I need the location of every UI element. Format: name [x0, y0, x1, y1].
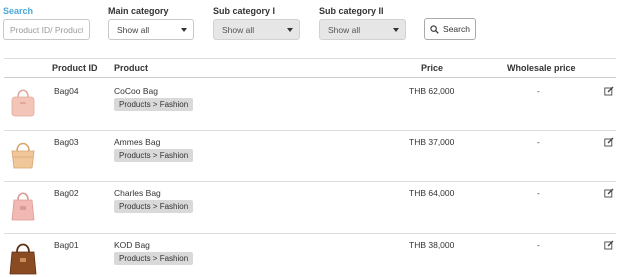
search-label: Search — [3, 6, 34, 16]
main-category-select[interactable]: Show all — [108, 19, 194, 40]
header-product-id: Product ID — [52, 63, 98, 73]
sub-category1-select[interactable]: Show all — [213, 19, 300, 40]
table-top-divider — [4, 58, 616, 59]
chevron-down-icon — [287, 28, 293, 32]
category-badge: Products > Fashion — [114, 252, 194, 265]
edit-icon[interactable] — [604, 137, 614, 147]
product-price: THB 38,000 — [409, 240, 455, 250]
main-category-label: Main category — [108, 6, 169, 16]
search-input[interactable] — [3, 19, 90, 40]
sub-category2-label: Sub category II — [319, 6, 384, 16]
sub-category2-value: Show all — [328, 24, 361, 35]
product-name[interactable]: Ammes Bag — [114, 137, 160, 147]
chevron-down-icon — [393, 28, 399, 32]
product-name[interactable]: KOD Bag — [114, 240, 150, 250]
wholesale-price: - — [537, 240, 540, 250]
product-thumbnail — [9, 243, 37, 275]
product-id: Bag03 — [54, 137, 79, 147]
product-id: Bag02 — [54, 188, 79, 198]
header-price: Price — [421, 63, 444, 73]
search-icon — [430, 24, 439, 34]
search-button[interactable]: Search — [424, 18, 476, 40]
chevron-down-icon — [181, 28, 187, 32]
category-badge: Products > Fashion — [114, 149, 194, 162]
edit-icon[interactable] — [604, 188, 614, 198]
sub-category1-value: Show all — [222, 24, 255, 35]
header-wholesale-price: Wholesale price — [507, 63, 576, 73]
product-name[interactable]: Charles Bag — [114, 188, 161, 198]
product-name[interactable]: CoCoo Bag — [114, 86, 158, 96]
edit-icon[interactable] — [604, 240, 614, 250]
category-badge: Products > Fashion — [114, 200, 194, 213]
wholesale-price: - — [537, 86, 540, 96]
product-price: THB 64,000 — [409, 188, 455, 198]
product-thumbnail — [11, 192, 35, 221]
main-category-value: Show all — [117, 24, 150, 35]
wholesale-price: - — [537, 137, 540, 147]
product-price: THB 62,000 — [409, 86, 455, 96]
row-divider — [4, 181, 616, 182]
table-header-divider — [4, 77, 616, 78]
sub-category2-select[interactable]: Show all — [319, 19, 406, 40]
header-product: Product — [114, 63, 149, 73]
product-thumbnail — [11, 89, 35, 117]
search-button-label: Search — [443, 24, 470, 34]
product-id: Bag04 — [54, 86, 79, 96]
wholesale-price: - — [537, 188, 540, 198]
product-thumbnail — [11, 142, 35, 169]
row-divider — [4, 233, 616, 234]
sub-category1-label: Sub category I — [213, 6, 276, 16]
category-badge: Products > Fashion — [114, 98, 194, 111]
product-price: THB 37,000 — [409, 137, 455, 147]
row-divider — [4, 130, 616, 131]
product-id: Bag01 — [54, 240, 79, 250]
edit-icon[interactable] — [604, 86, 614, 96]
